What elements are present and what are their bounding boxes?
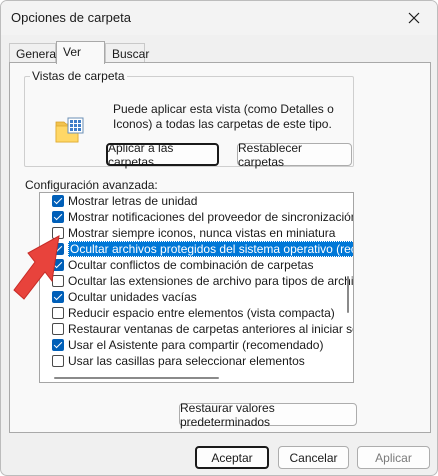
- horizontal-scroll-thumb[interactable]: [54, 377, 219, 379]
- tab-buscar[interactable]: Buscar: [105, 43, 149, 63]
- checkbox[interactable]: [52, 211, 64, 223]
- advanced-settings-label: Configuración avanzada:: [25, 178, 158, 192]
- window-title: Opciones de carpeta: [11, 10, 131, 25]
- close-icon: [408, 12, 420, 24]
- folder-options-dialog: Opciones de carpeta General Ver Buscar V…: [0, 0, 438, 476]
- reset-folders-button[interactable]: Restablecer carpetas: [237, 141, 352, 169]
- tab-ver[interactable]: Ver: [56, 41, 105, 64]
- accept-button[interactable]: Aceptar: [195, 446, 269, 469]
- annotation-arrow-icon: [13, 235, 60, 300]
- close-button[interactable]: [397, 5, 431, 31]
- horizontal-scrollbar[interactable]: [40, 372, 353, 382]
- advanced-settings-list[interactable]: Mostrar letras de unidad Mostrar notific…: [39, 192, 354, 383]
- tab-panel-ver: Vistas de carpeta Puede aplicar esta vis…: [9, 62, 431, 433]
- vertical-scrollbar[interactable]: [343, 193, 353, 363]
- cancel-button[interactable]: Cancelar: [278, 446, 349, 469]
- apply-to-folders-button[interactable]: Aplicar a las carpetas: [106, 141, 219, 169]
- checkbox[interactable]: [52, 323, 64, 335]
- folder-views-group: Vistas de carpeta Puede aplicar esta vis…: [24, 69, 354, 169]
- folder-views-description: Puede aplicar esta vista (como Detalles …: [113, 102, 334, 131]
- checkbox[interactable]: [52, 355, 64, 367]
- restore-defaults-button[interactable]: Restaurar valores predeterminados: [179, 401, 357, 429]
- apply-button[interactable]: Aplicar: [357, 446, 430, 469]
- folder-view-icon: [55, 117, 84, 143]
- checkbox[interactable]: [52, 307, 64, 319]
- tab-general[interactable]: General: [9, 43, 59, 63]
- vertical-scroll-thumb[interactable]: [347, 276, 349, 313]
- folder-views-legend: Vistas de carpeta: [32, 69, 125, 83]
- checkbox[interactable]: [52, 195, 64, 207]
- title-bar: Opciones de carpeta: [1, 1, 437, 35]
- checkbox[interactable]: [52, 339, 64, 351]
